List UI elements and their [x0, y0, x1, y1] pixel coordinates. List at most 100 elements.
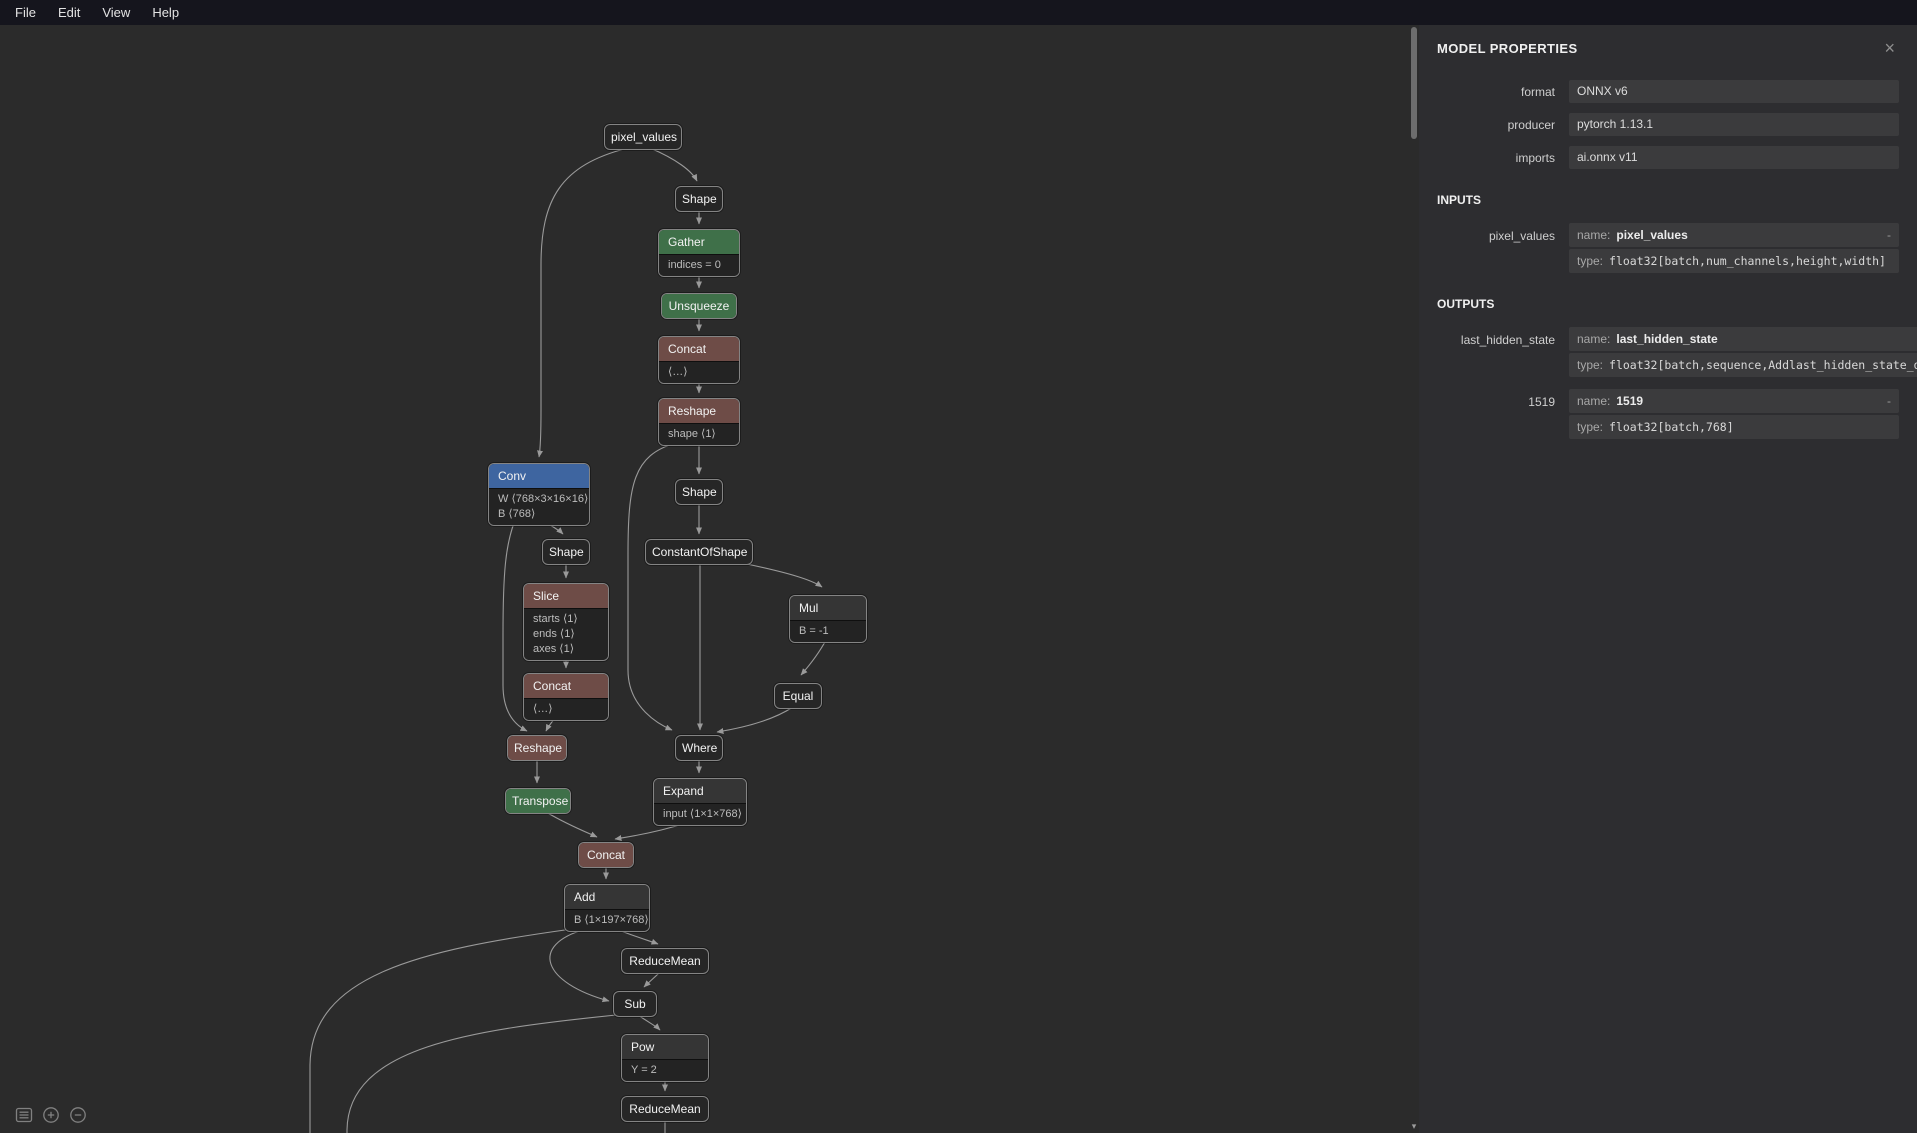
- graph-node-slice[interactable]: Slicestarts ⟨1⟩ends ⟨1⟩axes ⟨1⟩: [523, 583, 609, 661]
- node-label: ReduceMean: [622, 1097, 708, 1121]
- node-attribute: W ⟨768×3×16×16⟩: [489, 492, 589, 507]
- output-item-last-hidden-state: last_hidden_state name: last_hidden_stat…: [1437, 327, 1899, 377]
- property-label: format: [1437, 85, 1569, 99]
- node-attributes: B = -1: [790, 620, 866, 642]
- name-key: name:: [1577, 228, 1610, 242]
- type-key: type:: [1577, 254, 1603, 268]
- property-value: pytorch 1.13.1: [1569, 113, 1899, 136]
- node-attributes: W ⟨768×3×16×16⟩B ⟨768⟩: [489, 488, 589, 525]
- zoom-out-icon[interactable]: [68, 1105, 88, 1125]
- node-attributes: Y = 2: [622, 1059, 708, 1081]
- node-label: Shape: [543, 540, 589, 564]
- graph-node-reshape-1[interactable]: Reshape shape ⟨1⟩: [658, 398, 740, 446]
- io-type-row: type: float32[batch,768]: [1569, 415, 1899, 439]
- sidebar-toggle-icon[interactable]: [14, 1105, 34, 1125]
- output-item-1519: 1519 name: 1519 - type: float32[batch,76…: [1437, 389, 1899, 439]
- io-name-row: name: last_hidden_state -: [1569, 327, 1917, 351]
- graph-node-reducemean-2[interactable]: ReduceMean: [621, 1096, 709, 1122]
- graph-node-shape-2[interactable]: Shape: [675, 479, 723, 505]
- node-label: Concat: [524, 674, 608, 698]
- property-value: ONNX v6: [1569, 80, 1899, 103]
- node-label: Conv: [489, 464, 589, 488]
- scrollbar-thumb[interactable]: [1411, 27, 1417, 139]
- scroll-down-arrow-icon[interactable]: ▾: [1409, 1120, 1419, 1132]
- io-type-row: type: float32[batch,num_channels,height,…: [1569, 249, 1899, 273]
- node-attributes: starts ⟨1⟩ends ⟨1⟩axes ⟨1⟩: [524, 608, 608, 660]
- io-type-row: type: float32[batch,sequence,Addlast_hid…: [1569, 353, 1917, 377]
- graph-canvas[interactable]: pixel_values Shape Gather indices = 0 Unsque…: [0, 25, 1409, 1133]
- graph-node-pixel_values[interactable]: pixel_values: [604, 124, 682, 150]
- collapse-toggle[interactable]: -: [1879, 228, 1891, 242]
- node-attributes: indices = 0: [659, 254, 739, 276]
- node-label: ReduceMean: [622, 949, 708, 973]
- node-label: Transpose: [506, 789, 570, 813]
- node-label: Gather: [659, 230, 739, 254]
- menu-item-edit[interactable]: Edit: [47, 0, 91, 25]
- node-label: Expand: [654, 779, 746, 803]
- inputs-section-header: INPUTS: [1437, 193, 1899, 207]
- graph-node-sub[interactable]: Sub: [613, 991, 657, 1017]
- graph-node-reducemean-1[interactable]: ReduceMean: [621, 948, 709, 974]
- io-type-value: float32[batch,sequence,Addlast_hidden_st…: [1609, 358, 1917, 372]
- panel-title: MODEL PROPERTIES: [1437, 41, 1578, 56]
- menu-item-view[interactable]: View: [91, 0, 141, 25]
- graph-nodes: pixel_values Shape Gather indices = 0 Unsque…: [0, 25, 1409, 1133]
- close-icon[interactable]: ×: [1880, 41, 1899, 55]
- graph-node-unsqueeze[interactable]: Unsqueeze: [661, 293, 737, 319]
- node-label: Concat: [579, 843, 633, 867]
- io-label: pixel_values: [1437, 223, 1569, 273]
- menu-item-file[interactable]: File: [4, 0, 47, 25]
- graph-node-expand[interactable]: Expandinput ⟨1×1×768⟩: [653, 778, 747, 826]
- graph-node-concat-3[interactable]: Concat: [578, 842, 634, 868]
- canvas-toolbar: [14, 1105, 88, 1125]
- graph-node-transpose[interactable]: Transpose: [505, 788, 571, 814]
- menu-item-help[interactable]: Help: [141, 0, 190, 25]
- graph-node-concat-1[interactable]: Concat⟨…⟩: [658, 336, 740, 384]
- graph-node-shape-3[interactable]: Shape: [542, 539, 590, 565]
- io-name-row: name: pixel_values -: [1569, 223, 1899, 247]
- node-attribute: starts ⟨1⟩: [524, 612, 608, 627]
- outputs-section-header: OUTPUTS: [1437, 297, 1899, 311]
- type-key: type:: [1577, 358, 1603, 372]
- io-type-value: float32[batch,768]: [1609, 420, 1734, 434]
- node-attributes: shape ⟨1⟩: [659, 423, 739, 445]
- collapse-toggle[interactable]: -: [1879, 394, 1891, 408]
- graph-node-shape-1[interactable]: Shape: [675, 186, 723, 212]
- node-label: Unsqueeze: [662, 294, 736, 318]
- graph-node-add[interactable]: AddB ⟨1×197×768⟩: [564, 884, 650, 932]
- graph-node-reshape-2[interactable]: Reshape: [507, 735, 567, 761]
- node-label: Concat: [659, 337, 739, 361]
- graph-node-equal[interactable]: Equal: [774, 683, 822, 709]
- node-label: Slice: [524, 584, 608, 608]
- node-attribute: indices = 0: [659, 258, 739, 273]
- graph-node-mul[interactable]: MulB = -1: [789, 595, 867, 643]
- graph-node-gather[interactable]: Gather indices = 0: [658, 229, 740, 277]
- type-key: type:: [1577, 420, 1603, 434]
- io-label: 1519: [1437, 389, 1569, 439]
- graph-node-constantofshape[interactable]: ConstantOfShape: [645, 539, 753, 565]
- node-attributes: ⟨…⟩: [659, 361, 739, 383]
- graph-node-where[interactable]: Where: [675, 735, 723, 761]
- node-label: Where: [676, 736, 722, 760]
- property-label: imports: [1437, 151, 1569, 165]
- zoom-in-icon[interactable]: [41, 1105, 61, 1125]
- property-row-imports: imports ai.onnx v11: [1437, 146, 1899, 169]
- name-key: name:: [1577, 394, 1610, 408]
- node-attributes: ⟨…⟩: [524, 698, 608, 720]
- property-row-producer: producer pytorch 1.13.1: [1437, 113, 1899, 136]
- graph-node-pow[interactable]: PowY = 2: [621, 1034, 709, 1082]
- node-label: Reshape: [659, 399, 739, 423]
- io-label: last_hidden_state: [1437, 327, 1569, 377]
- graph-node-concat-2[interactable]: Concat ⟨…⟩: [523, 673, 609, 721]
- node-label: Reshape: [508, 736, 566, 760]
- io-name-value: 1519: [1616, 394, 1643, 408]
- node-label: pixel_values: [605, 125, 681, 149]
- io-name-value: pixel_values: [1616, 228, 1687, 242]
- node-attribute: shape ⟨1⟩: [659, 427, 739, 442]
- property-label: producer: [1437, 118, 1569, 132]
- node-attribute: ends ⟨1⟩: [524, 627, 608, 642]
- node-attribute: B = -1: [790, 624, 866, 639]
- node-attribute: ⟨…⟩: [524, 702, 608, 717]
- graph-node-conv[interactable]: ConvW ⟨768×3×16×16⟩B ⟨768⟩: [488, 463, 590, 526]
- property-row-format: format ONNX v6: [1437, 80, 1899, 103]
